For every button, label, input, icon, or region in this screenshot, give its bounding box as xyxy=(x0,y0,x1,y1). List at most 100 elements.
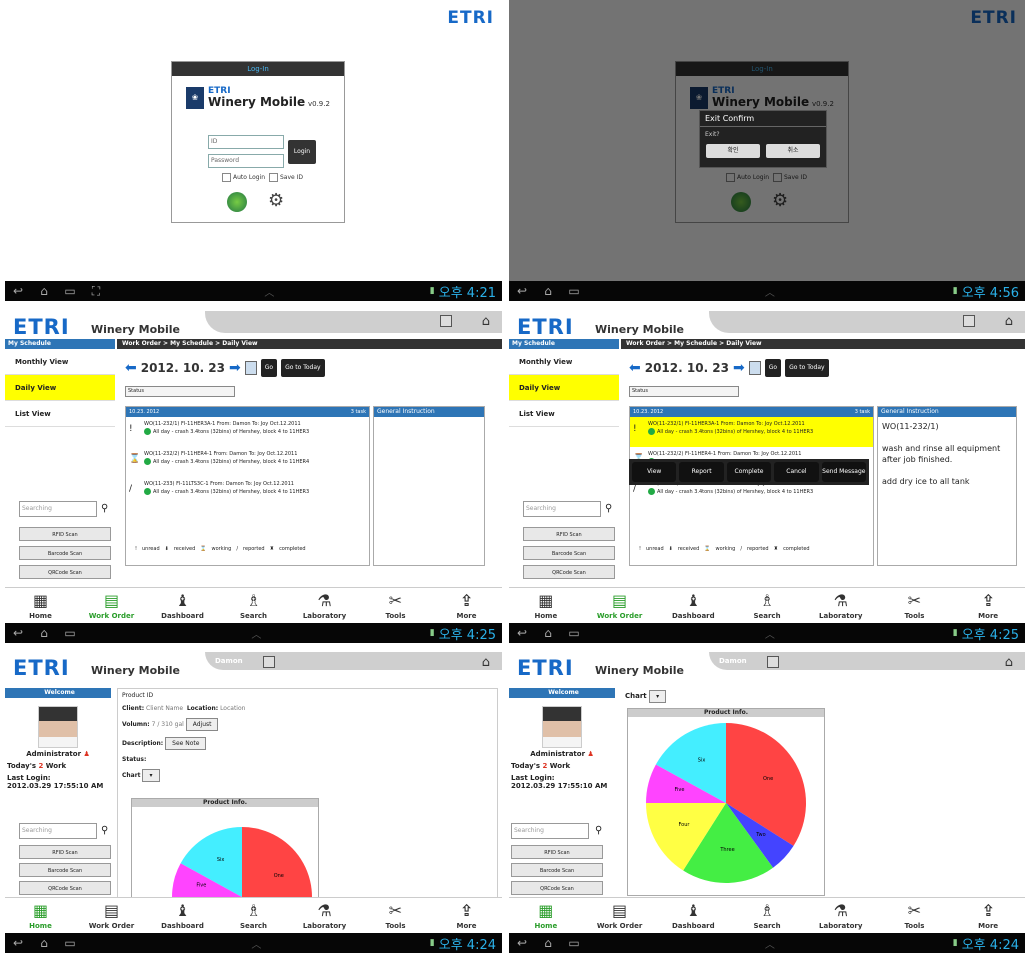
prev-date-icon[interactable]: ⬅ xyxy=(629,360,641,376)
back-icon[interactable]: ↩ xyxy=(509,284,535,298)
recent-apps-icon[interactable]: ▭ xyxy=(57,936,83,950)
sidebar-item-monthly[interactable]: Monthly View xyxy=(509,349,619,375)
screen-icon[interactable] xyxy=(440,315,452,327)
expand-icon[interactable]: ︿ xyxy=(587,284,953,299)
tab-dashboard[interactable]: ♝ Dashboard xyxy=(656,898,730,933)
tab-more[interactable]: ⇪ More xyxy=(431,898,502,933)
tab-tools[interactable]: ✂ Tools xyxy=(878,898,952,933)
connect-icon[interactable] xyxy=(227,192,247,212)
task-row-selected[interactable]: ! WO(11-232/1) FI-11HER3A-1 From: Damon T… xyxy=(630,417,873,447)
barcode-scan-button[interactable]: Barcode Scan xyxy=(19,546,111,560)
tab-tools[interactable]: ✂ Tools xyxy=(360,898,431,933)
sidebar-item-list[interactable]: List View xyxy=(5,401,115,427)
task-row[interactable]: /WO(11-233) FI-11LTS3C-1 From: Damon To:… xyxy=(126,477,369,507)
calendar-icon[interactable] xyxy=(244,361,257,375)
tab-dashboard[interactable]: ♝ Dashboard xyxy=(147,588,218,623)
barcode-scan-button[interactable]: Barcode Scan xyxy=(511,863,603,877)
go-button[interactable]: Go xyxy=(764,359,782,377)
tab-work-order[interactable]: ▤ Work Order xyxy=(583,588,657,623)
complete-button[interactable]: Complete xyxy=(726,462,772,482)
tab-more[interactable]: ⇪ More xyxy=(951,898,1025,933)
go-button[interactable]: Go xyxy=(260,359,278,377)
qrcode-scan-button[interactable]: QRCode Scan xyxy=(19,565,111,579)
home-icon[interactable]: ⌂ xyxy=(31,626,57,640)
expand-icon[interactable]: ︿ xyxy=(587,626,953,641)
sidebar-item-list[interactable]: List View xyxy=(509,401,619,427)
home-icon[interactable]: ⌂ xyxy=(535,284,561,298)
home-icon[interactable]: ⌂ xyxy=(31,284,57,298)
password-field[interactable]: Password xyxy=(208,154,284,168)
see-note-button[interactable]: See Note xyxy=(165,737,207,750)
search-icon[interactable]: ⚲ xyxy=(605,503,612,514)
search-icon[interactable]: ⚲ xyxy=(101,825,108,836)
home-icon[interactable]: ⌂ xyxy=(535,626,561,640)
recent-apps-icon[interactable]: ▭ xyxy=(561,284,587,298)
sidebar-item-daily[interactable]: Daily View xyxy=(509,375,619,401)
expand-icon[interactable]: ︿ xyxy=(83,626,430,641)
login-button[interactable]: Login xyxy=(288,140,316,164)
sidebar-item-daily[interactable]: Daily View xyxy=(5,375,115,401)
qrcode-scan-button[interactable]: QRCode Scan xyxy=(523,565,615,579)
tab-more[interactable]: ⇪ More xyxy=(431,588,502,623)
recent-apps-icon[interactable]: ▭ xyxy=(561,936,587,950)
task-row[interactable]: ! WO(11-232/1) FI-11HER3A-1 From: Damon T… xyxy=(126,417,369,447)
recent-apps-icon[interactable]: ▭ xyxy=(57,284,83,298)
tab-dashboard[interactable]: ♝ Dashboard xyxy=(147,898,218,933)
next-date-icon[interactable]: ➡ xyxy=(229,360,241,376)
home-icon[interactable]: ⌂ xyxy=(31,936,57,950)
screen-icon[interactable] xyxy=(767,656,779,668)
tab-home[interactable]: ▦ Home xyxy=(5,588,76,623)
tab-search[interactable]: ♗ Search xyxy=(730,588,804,623)
search-input[interactable]: Searching xyxy=(511,823,589,839)
back-icon[interactable]: ↩ xyxy=(5,284,31,298)
rfid-scan-button[interactable]: RFID Scan xyxy=(523,527,615,541)
tab-search[interactable]: ♗ Search xyxy=(730,898,804,933)
home-logout-icon[interactable]: ⌂ xyxy=(482,314,490,329)
barcode-scan-button[interactable]: Barcode Scan xyxy=(523,546,615,560)
status-select[interactable]: Status xyxy=(629,386,739,397)
tab-work-order[interactable]: ▤ Work Order xyxy=(76,588,147,623)
go-to-today-button[interactable]: Go to Today xyxy=(785,359,829,377)
tab-dashboard[interactable]: ♝ Dashboard xyxy=(656,588,730,623)
search-input[interactable]: Searching xyxy=(19,501,97,517)
go-to-today-button[interactable]: Go to Today xyxy=(281,359,325,377)
tab-home[interactable]: ▦ Home xyxy=(509,898,583,933)
task-row[interactable]: ⌛WO(11-232/2) FI-11HER4-1 From: Damon To… xyxy=(126,447,369,477)
cancel-button[interactable]: 취소 xyxy=(766,144,820,158)
next-date-icon[interactable]: ➡ xyxy=(733,360,745,376)
chart-select[interactable]: ▾ xyxy=(649,690,667,703)
tab-laboratory[interactable]: ⚗ Laboratory xyxy=(804,588,878,623)
id-field[interactable]: ID xyxy=(208,135,284,149)
tab-home[interactable]: ▦ Home xyxy=(509,588,583,623)
search-icon[interactable]: ⚲ xyxy=(101,503,108,514)
recent-apps-icon[interactable]: ▭ xyxy=(561,626,587,640)
back-icon[interactable]: ↩ xyxy=(509,626,535,640)
back-icon[interactable]: ↩ xyxy=(5,936,31,950)
screenshot-icon[interactable]: ⛶ xyxy=(83,284,109,298)
tab-tools[interactable]: ✂ Tools xyxy=(360,588,431,623)
report-button[interactable]: Report xyxy=(679,462,724,482)
barcode-scan-button[interactable]: Barcode Scan xyxy=(19,863,111,877)
screen-icon[interactable] xyxy=(963,315,975,327)
auto-login-checkbox[interactable]: Auto Login xyxy=(222,173,265,182)
sidebar-item-monthly[interactable]: Monthly View xyxy=(5,349,115,375)
rfid-scan-button[interactable]: RFID Scan xyxy=(19,527,111,541)
home-icon[interactable]: ⌂ xyxy=(535,936,561,950)
recent-apps-icon[interactable]: ▭ xyxy=(57,626,83,640)
rfid-scan-button[interactable]: RFID Scan xyxy=(511,845,603,859)
tab-work-order[interactable]: ▤ Work Order xyxy=(76,898,147,933)
home-logout-icon[interactable]: ⌂ xyxy=(1005,655,1013,670)
search-input[interactable]: Searching xyxy=(523,501,601,517)
view-button[interactable]: View xyxy=(632,462,677,482)
qrcode-scan-button[interactable]: QRCode Scan xyxy=(19,881,111,895)
tab-work-order[interactable]: ▤ Work Order xyxy=(583,898,657,933)
back-icon[interactable]: ↩ xyxy=(509,936,535,950)
cancel-button[interactable]: Cancel xyxy=(774,462,819,482)
expand-icon[interactable]: ︿ xyxy=(587,936,953,951)
status-select[interactable]: Status xyxy=(125,386,235,397)
expand-icon[interactable]: ︿ xyxy=(109,284,430,299)
tab-search[interactable]: ♗ Search xyxy=(218,898,289,933)
tab-tools[interactable]: ✂ Tools xyxy=(878,588,952,623)
search-icon[interactable]: ⚲ xyxy=(595,825,602,836)
tab-laboratory[interactable]: ⚗ Laboratory xyxy=(289,588,360,623)
